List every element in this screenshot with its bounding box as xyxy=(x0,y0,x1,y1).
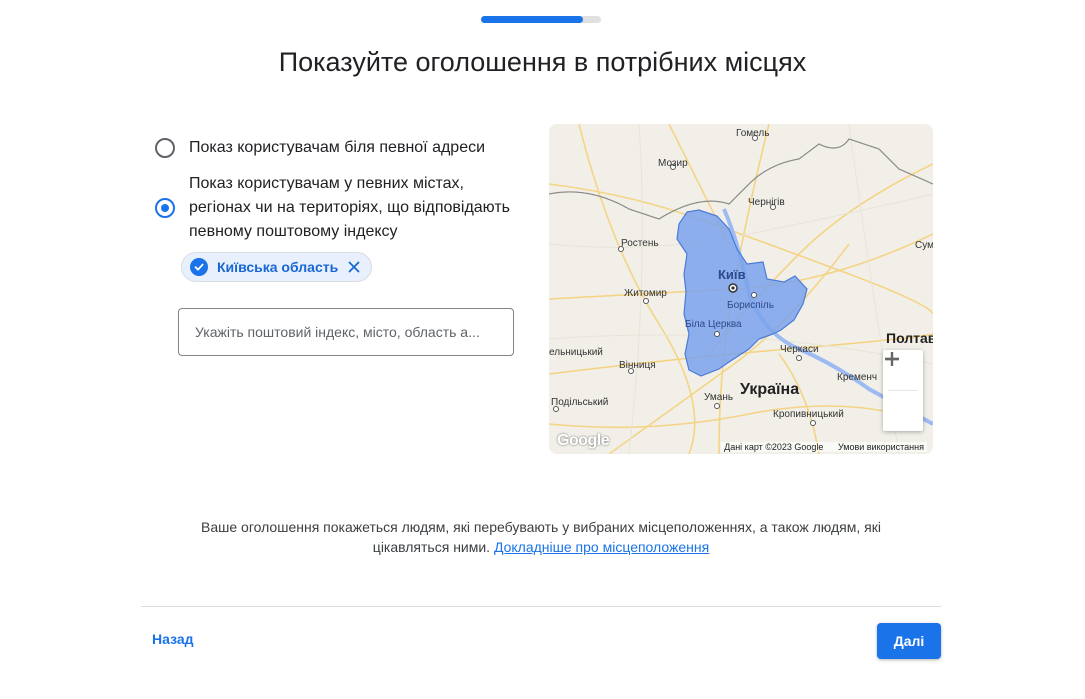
note-line-1: Ваше оголошення покажеться людям, які пе… xyxy=(201,519,881,535)
map-label-uman: Умань xyxy=(704,392,733,403)
option-locations-label: Показ користувачам у певних містах, регі… xyxy=(189,172,510,244)
location-chip-label: Київська область xyxy=(217,259,339,275)
map-label-kremenchuk: Кременч xyxy=(837,372,877,383)
location-chip: Київська область xyxy=(181,252,373,282)
map-label-poltava: Полтав xyxy=(886,330,933,346)
map-canvas: Гомель Мозир Чернігів Ростень Житомир Ки… xyxy=(549,124,933,454)
learn-more-link[interactable]: Докладніше про місцеположення xyxy=(494,539,709,555)
back-button[interactable]: Назад xyxy=(152,631,194,647)
map-terms-link[interactable]: Умови використання xyxy=(838,442,924,452)
map-label-khmelnytskyi: ельницький xyxy=(549,347,603,358)
radio-locations[interactable] xyxy=(155,198,175,218)
map-label-bila-tserkva: Біла Церква xyxy=(685,319,742,330)
map-label-boryspil: Бориспіль xyxy=(727,300,774,311)
map-label-kropyvnytskyi: Кропивницький xyxy=(773,409,844,420)
location-note: Ваше оголошення покажеться людям, які пе… xyxy=(170,517,912,557)
option-locations-line-2: регіонах чи на територіях, що відповідаю… xyxy=(189,199,510,216)
map[interactable]: Гомель Мозир Чернігів Ростень Житомир Ки… xyxy=(549,124,933,454)
check-circle-icon xyxy=(190,258,208,276)
option-near-address-label: Показ користувачам біля певної адреси xyxy=(189,139,486,156)
map-label-zhytomyr: Житомир xyxy=(624,288,667,299)
google-logo: Google xyxy=(557,432,610,449)
note-line-2: цікавляться ними. Докладніше про місцепо… xyxy=(170,537,912,557)
map-label-mozyr: Мозир xyxy=(658,158,688,169)
option-locations-line-3: певному поштовому індексу xyxy=(189,223,398,240)
map-label-vinnytsia: Вінниця xyxy=(619,360,656,371)
progress-bar-fill xyxy=(481,16,583,23)
next-button[interactable]: Далі xyxy=(877,623,941,659)
map-label-chernihiv: Чернігів xyxy=(748,197,785,208)
map-label-kyiv: Київ xyxy=(718,267,746,282)
map-label-ukraine: Україна xyxy=(740,381,799,398)
note-line-2-text: цікавляться ними. xyxy=(372,539,491,555)
page-title: Показуйте оголошення в потрібних місцях xyxy=(278,47,807,77)
option-locations-line-1: Показ користувачам у певних містах, xyxy=(189,175,464,192)
close-icon[interactable] xyxy=(347,260,361,274)
location-search-field[interactable] xyxy=(178,308,514,356)
map-label-podilskyi: Подільський xyxy=(551,397,608,408)
map-attribution: Дані карт ©2023 Google Умови використанн… xyxy=(721,442,927,452)
location-search-input[interactable] xyxy=(179,309,513,355)
footer-divider xyxy=(141,606,941,607)
map-label-rivne: Ростень xyxy=(621,238,659,249)
radio-near-address[interactable] xyxy=(155,138,175,158)
zoom-controls xyxy=(883,350,923,431)
map-label-sumy: Сум xyxy=(915,240,933,251)
map-copyright: Дані карт ©2023 Google xyxy=(724,442,824,452)
zoom-out-button[interactable] xyxy=(883,357,923,431)
minus-icon xyxy=(885,357,899,361)
progress-bar xyxy=(481,16,601,23)
map-label-cherkasy: Черкаси xyxy=(780,344,819,355)
map-label-gomel: Гомель xyxy=(736,128,769,139)
